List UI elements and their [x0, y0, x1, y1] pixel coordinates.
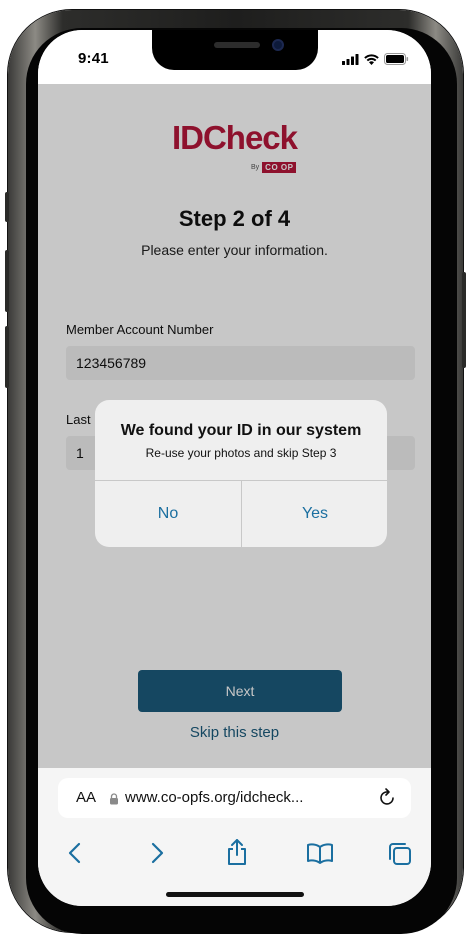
front-camera	[272, 39, 284, 51]
id-found-dialog: We found your ID in our system Re-use yo…	[95, 400, 387, 547]
signal-icon	[342, 52, 359, 70]
reload-icon[interactable]	[379, 787, 397, 812]
dialog-message: Re-use your photos and skip Step 3	[145, 446, 337, 460]
dialog-title: We found your ID in our system	[120, 422, 362, 439]
url-text: www.co-opfs.org/idcheck...	[125, 789, 304, 806]
status-bar: 9:41	[38, 30, 431, 84]
forward-icon[interactable]	[150, 842, 164, 869]
wifi-icon	[364, 52, 379, 70]
tabs-icon[interactable]	[388, 842, 412, 871]
phone-screen: 9:41 IDCheck By CO OP Step 2 of 4 Please…	[38, 30, 431, 906]
address-bar[interactable]: AA www.co-opfs.org/idcheck...	[58, 778, 411, 818]
volume-down-button	[5, 326, 9, 388]
home-indicator	[166, 892, 304, 897]
power-button	[462, 272, 466, 368]
dialog-no-button[interactable]: No	[95, 481, 241, 547]
back-icon[interactable]	[68, 842, 82, 869]
volume-up-button	[5, 250, 9, 312]
bookmarks-icon[interactable]	[306, 842, 334, 869]
status-icons	[342, 52, 409, 70]
speaker-grille	[214, 42, 260, 48]
safari-bottom-bar: AA www.co-opfs.org/idcheck...	[38, 768, 431, 906]
share-icon[interactable]	[226, 838, 248, 871]
battery-icon	[384, 52, 409, 70]
notch	[152, 30, 318, 70]
dialog-yes-button[interactable]: Yes	[242, 481, 387, 547]
silent-switch	[5, 192, 9, 222]
lock-icon	[109, 792, 119, 810]
status-time: 9:41	[78, 50, 109, 67]
reader-aa-button[interactable]: AA	[76, 789, 96, 806]
